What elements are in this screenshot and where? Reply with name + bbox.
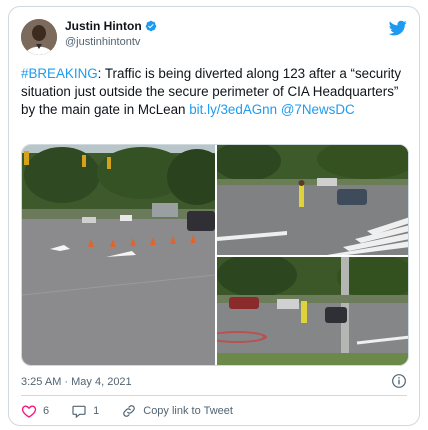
hashtag-link[interactable]: #BREAKING — [21, 66, 98, 81]
tweet-timestamp[interactable]: 3:25 AM · May 4, 2021 — [21, 376, 132, 388]
like-count: 6 — [43, 405, 50, 417]
speech-bubble-icon — [72, 405, 86, 419]
like-button[interactable]: 6 — [21, 403, 49, 419]
media-photo-2[interactable] — [217, 145, 408, 255]
tweet-text: #BREAKING: Traffic is being diverted alo… — [21, 65, 413, 119]
media-photo-1[interactable] — [22, 145, 215, 365]
author-name-row[interactable]: Justin Hinton — [65, 19, 157, 33]
mention-link[interactable]: @7NewsDC — [281, 102, 355, 117]
reply-button[interactable]: 1 — [71, 403, 99, 419]
divider — [21, 395, 407, 396]
info-icon[interactable] — [391, 373, 407, 389]
twitter-bird-icon[interactable] — [389, 19, 407, 37]
tweet-card: Justin Hinton @justinhintontv #BREAKING:… — [8, 6, 420, 426]
verified-badge-icon — [145, 20, 156, 32]
media-photo-3[interactable] — [217, 257, 408, 365]
action-bar: 6 1 Copy link to Tweet — [21, 403, 255, 419]
heart-icon — [21, 405, 37, 418]
reply-count: 1 — [93, 405, 100, 417]
author-name[interactable]: Justin Hinton — [65, 19, 142, 33]
avatar[interactable] — [21, 19, 57, 55]
media-grid — [21, 144, 409, 366]
link-icon — [123, 405, 136, 417]
author-handle[interactable]: @justinhintontv — [65, 36, 140, 48]
copy-link-button[interactable]: Copy link to Tweet — [121, 403, 233, 419]
copy-link-label: Copy link to Tweet — [143, 405, 233, 417]
url-link[interactable]: bit.ly/3edAGnn — [189, 102, 277, 117]
